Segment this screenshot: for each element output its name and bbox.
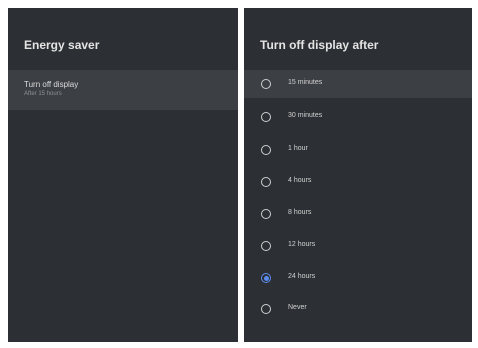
radio-button-icon <box>261 79 271 89</box>
option-label: Never <box>288 304 307 311</box>
option-label: 4 hours <box>288 177 312 184</box>
energy-saver-panel: Energy saver Turn off display After 15 h… <box>8 8 238 342</box>
radio-button-icon <box>261 209 271 219</box>
radio-button-checked-icon <box>261 273 271 283</box>
option-label: 30 minutes <box>288 112 323 119</box>
radio-button-icon <box>261 241 271 251</box>
radio-button-icon <box>261 112 271 122</box>
option-label: 12 hours <box>288 241 316 248</box>
turn-off-display-label: Turn off display <box>24 80 79 89</box>
option-label: 15 minutes <box>288 79 323 86</box>
turn-off-display-item[interactable]: Turn off display After 15 hours <box>8 70 238 110</box>
radio-button-icon <box>261 177 271 187</box>
option-label: 1 hour <box>288 145 308 152</box>
option-1-hour[interactable]: 1 hour <box>244 136 472 164</box>
turn-off-display-panel: Turn off display after 15 minutes 30 min… <box>244 8 472 342</box>
option-label: 24 hours <box>288 273 316 280</box>
radio-button-icon <box>261 304 271 314</box>
option-24-hours[interactable]: 24 hours <box>244 264 472 292</box>
radio-button-icon <box>261 145 271 155</box>
option-30-minutes[interactable]: 30 minutes <box>244 103 472 131</box>
option-label: 8 hours <box>288 209 312 216</box>
energy-saver-title: Energy saver <box>24 38 100 52</box>
option-never[interactable]: Never <box>244 295 472 323</box>
turn-off-display-after-title: Turn off display after <box>260 38 379 52</box>
option-15-minutes[interactable]: 15 minutes <box>244 70 472 98</box>
option-4-hours[interactable]: 4 hours <box>244 168 472 196</box>
option-12-hours[interactable]: 12 hours <box>244 232 472 260</box>
tv-settings-screen: Energy saver Turn off display After 15 h… <box>0 0 478 348</box>
option-8-hours[interactable]: 8 hours <box>244 200 472 228</box>
turn-off-display-value: After 15 hours <box>24 91 62 97</box>
